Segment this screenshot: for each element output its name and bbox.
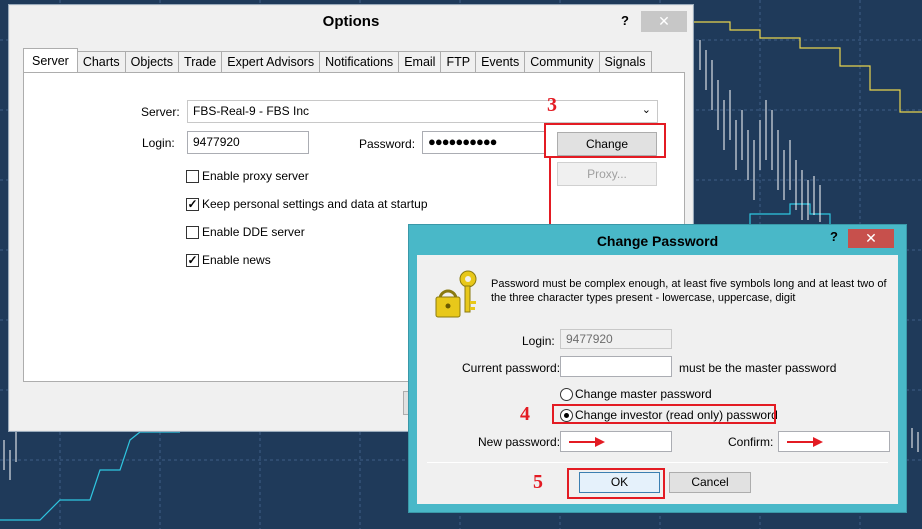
confirm-arrow	[787, 437, 823, 447]
new-password-label: New password:	[478, 435, 561, 449]
change-master-label: Change master password	[575, 387, 712, 401]
change-master-radio[interactable]	[560, 388, 573, 401]
step5-number: 5	[533, 471, 543, 493]
keys-lock-icon	[435, 270, 477, 318]
current-password-input[interactable]	[560, 356, 672, 377]
dialog-help-button[interactable]: ?	[830, 229, 838, 244]
change-password-dialog: Change Password ? ✕ Password must be com…	[408, 224, 907, 513]
dialog-login-label: Login:	[522, 334, 555, 348]
cancel-button[interactable]: Cancel	[669, 472, 751, 493]
change-password-body: Password must be complex enough, at leas…	[417, 255, 898, 504]
dialog-separator	[427, 462, 888, 463]
new-password-arrow	[569, 437, 605, 447]
dialog-close-button[interactable]: ✕	[848, 229, 894, 248]
current-password-hint: must be the master password	[679, 361, 837, 375]
step5-highlight	[567, 468, 665, 499]
current-password-label: Current password:	[462, 361, 561, 375]
password-rules-text: Password must be complex enough, at leas…	[491, 278, 887, 304]
dialog-login-field: 9477920	[560, 329, 672, 349]
step4-highlight	[552, 404, 776, 424]
step4-number: 4	[520, 403, 530, 425]
confirm-label: Confirm:	[728, 435, 774, 449]
